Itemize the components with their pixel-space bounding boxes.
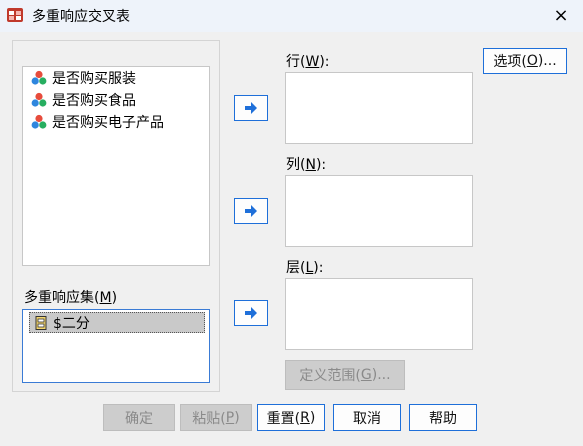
define-ranges-button[interactable]: 定义范围(G)... — [285, 360, 405, 390]
mr-sets-label: 多重响应集(M) — [24, 290, 118, 306]
variable-item[interactable]: 是否购买电子产品 — [23, 111, 209, 133]
cancel-button[interactable]: 取消 — [333, 404, 401, 431]
row-box[interactable] — [285, 72, 473, 144]
column-label: 列(N): — [286, 157, 327, 173]
mr-set-list[interactable]: $二分 — [22, 309, 210, 383]
nominal-variable-icon — [31, 70, 47, 85]
variable-label: 是否购买电子产品 — [52, 115, 164, 131]
variable-list[interactable]: 是否购买服装 是否购买食品 是否购买电子产品 — [22, 66, 210, 266]
layer-label: 层(L): — [286, 260, 324, 276]
move-to-layer-button[interactable] — [234, 300, 268, 326]
app-icon — [7, 8, 23, 22]
multiple-response-set-icon — [35, 315, 47, 330]
ok-button[interactable]: 确定 — [103, 404, 175, 431]
title-bar: 多重响应交叉表 × — [0, 0, 583, 32]
variable-label: 是否购买服装 — [52, 71, 136, 87]
options-button[interactable]: 选项(O)... — [483, 48, 567, 74]
column-box[interactable] — [285, 175, 473, 247]
move-to-row-button[interactable] — [234, 95, 268, 121]
variable-label: 是否购买食品 — [52, 93, 136, 109]
help-button[interactable]: 帮助 — [409, 404, 477, 431]
variable-item[interactable]: 是否购买食品 — [23, 89, 209, 111]
reset-button[interactable]: 重置(R) — [257, 404, 325, 431]
mr-set-label: $二分 — [53, 315, 90, 332]
nominal-variable-icon — [31, 114, 47, 129]
close-icon: × — [553, 5, 569, 26]
right-arrow-icon — [245, 205, 257, 217]
move-to-column-button[interactable] — [234, 198, 268, 224]
close-button[interactable]: × — [539, 0, 583, 32]
variable-item[interactable]: 是否购买服装 — [23, 67, 209, 89]
right-arrow-icon — [245, 307, 257, 319]
paste-button[interactable]: 粘贴(P) — [180, 404, 252, 431]
nominal-variable-icon — [31, 92, 47, 107]
layer-box[interactable] — [285, 278, 473, 350]
row-label: 行(W): — [286, 54, 330, 70]
mr-set-item[interactable]: $二分 — [29, 312, 205, 333]
window-title: 多重响应交叉表 — [32, 9, 130, 25]
right-arrow-icon — [245, 102, 257, 114]
